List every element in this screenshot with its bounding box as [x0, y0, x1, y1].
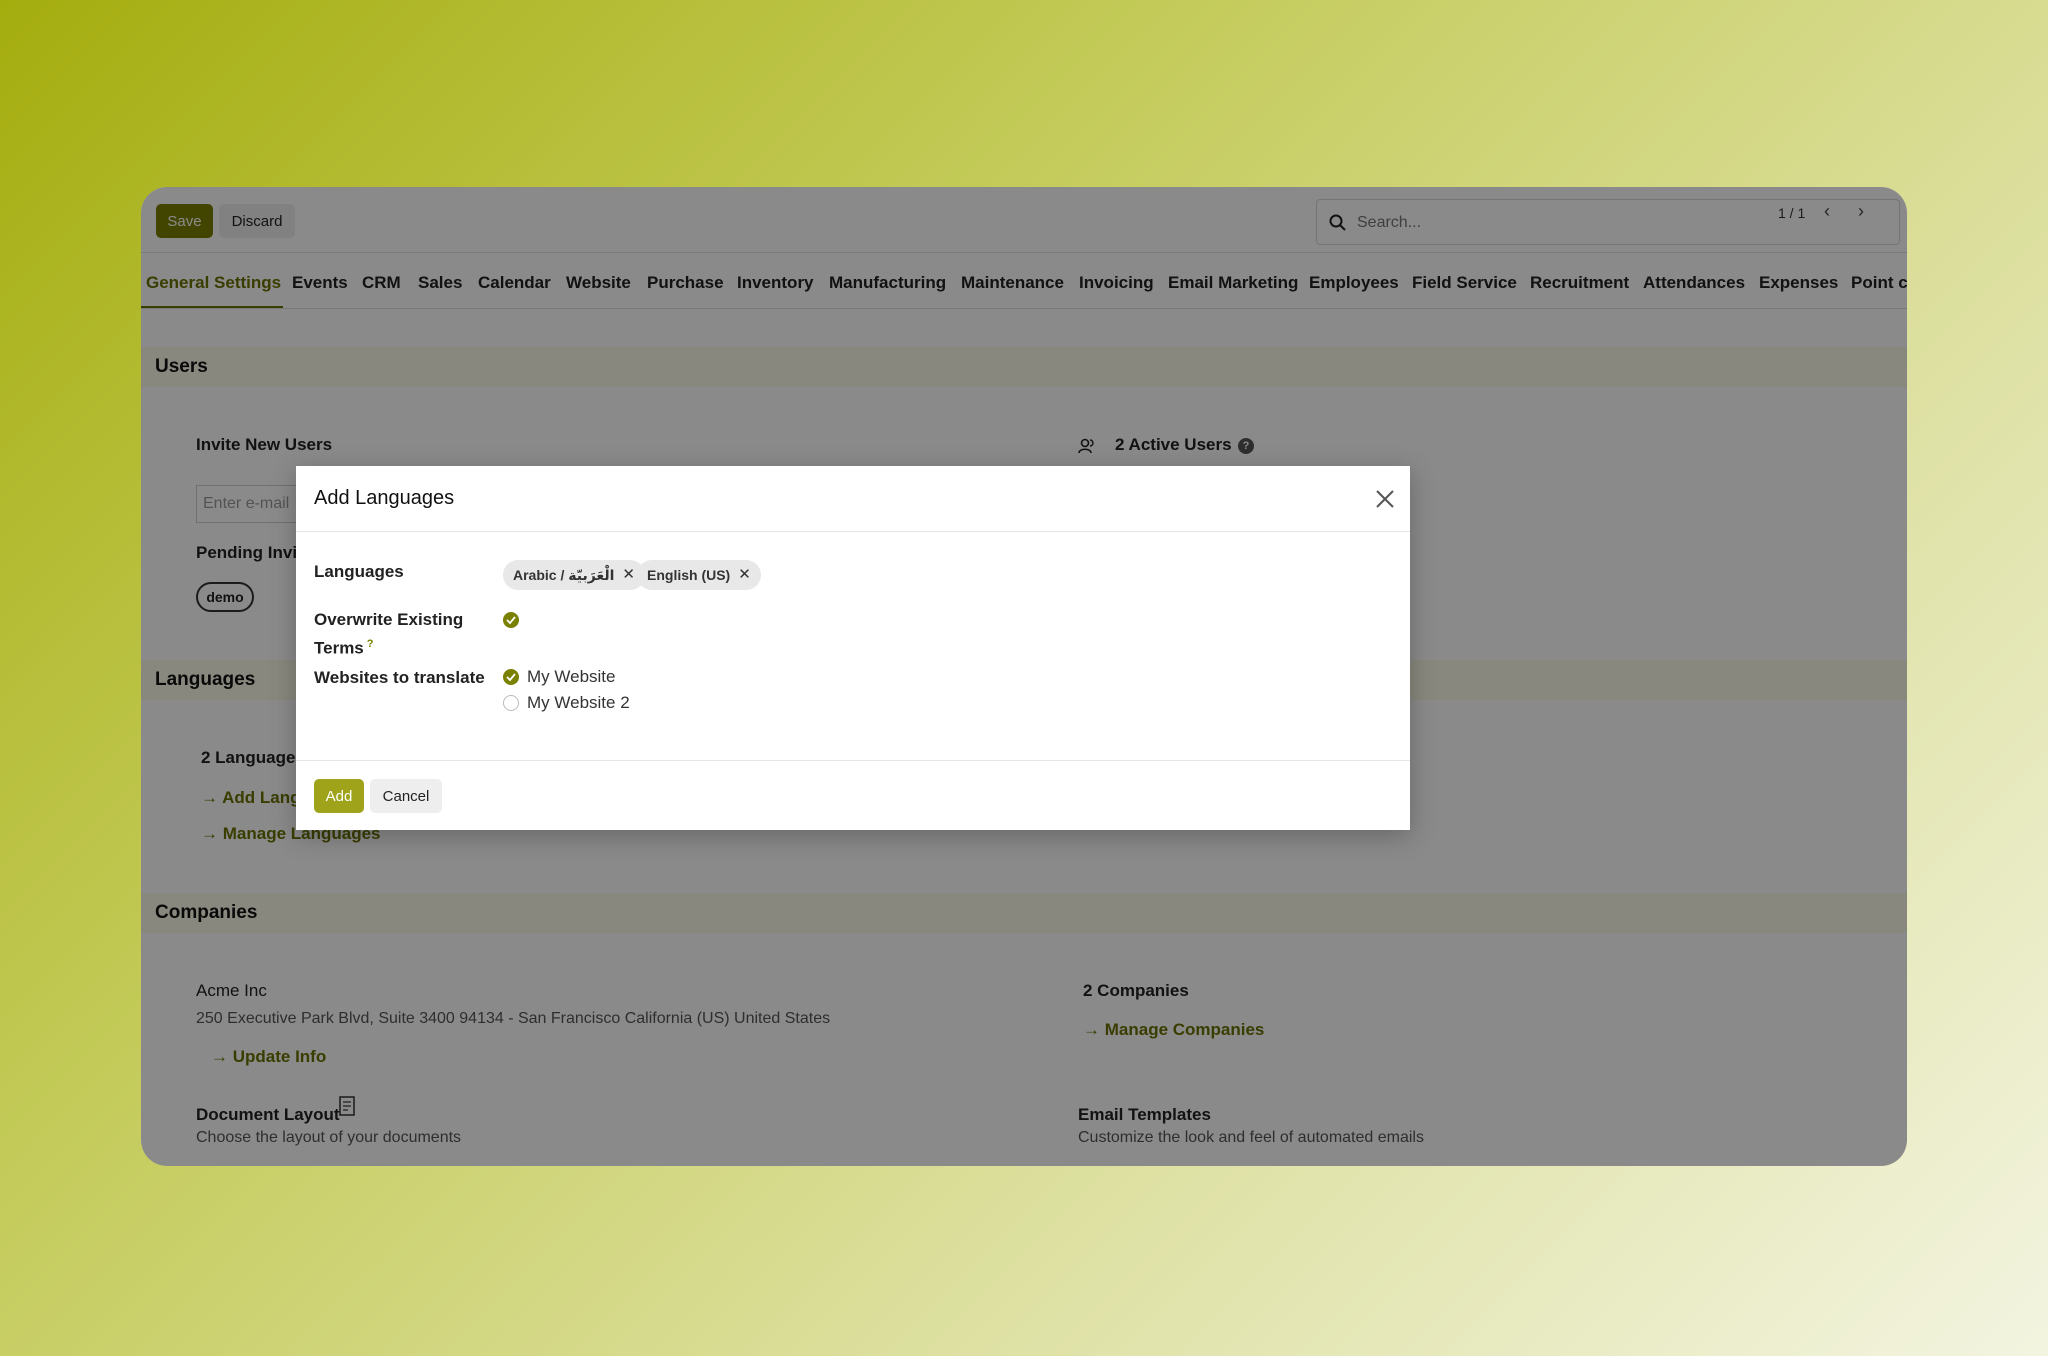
website-option-label[interactable]: My Website 2 [527, 693, 630, 713]
language-tag-label: English (US) [647, 567, 731, 583]
dialog-footer: Add Cancel [296, 760, 1410, 830]
dialog-header: Add Languages [296, 466, 1410, 532]
language-tag-english: English (US) ✕ [637, 560, 761, 590]
language-tag-label: Arabic / الْعَرَبيّة [513, 567, 615, 583]
close-icon[interactable] [1374, 488, 1396, 510]
website-option-label[interactable]: My Website [527, 667, 616, 687]
languages-field-label: Languages [314, 562, 404, 581]
add-languages-dialog: Add Languages Languages Arabic / الْعَرَ… [296, 466, 1410, 830]
add-button[interactable]: Add [314, 779, 364, 813]
overwrite-terms-label-line1: Overwrite Existing [314, 610, 464, 629]
website-checkbox-my-website-2[interactable] [503, 695, 519, 711]
overwrite-terms-label: Overwrite Existing Terms? [314, 608, 463, 661]
cancel-button[interactable]: Cancel [370, 779, 442, 813]
remove-tag-icon[interactable]: ✕ [622, 560, 635, 590]
help-icon[interactable]: ? [367, 638, 374, 650]
language-tag-arabic: Arabic / الْعَرَبيّة ✕ [503, 560, 645, 590]
website-checkbox-my-website[interactable] [503, 669, 519, 685]
checkmark-icon [506, 673, 516, 682]
checkmark-icon [506, 616, 516, 625]
dialog-title: Add Languages [314, 487, 455, 509]
overwrite-terms-label-line2: Terms [314, 638, 364, 658]
websites-to-translate-label: Websites to translate [314, 668, 485, 687]
remove-tag-icon[interactable]: ✕ [738, 560, 751, 590]
overwrite-terms-checkbox[interactable] [503, 612, 519, 628]
